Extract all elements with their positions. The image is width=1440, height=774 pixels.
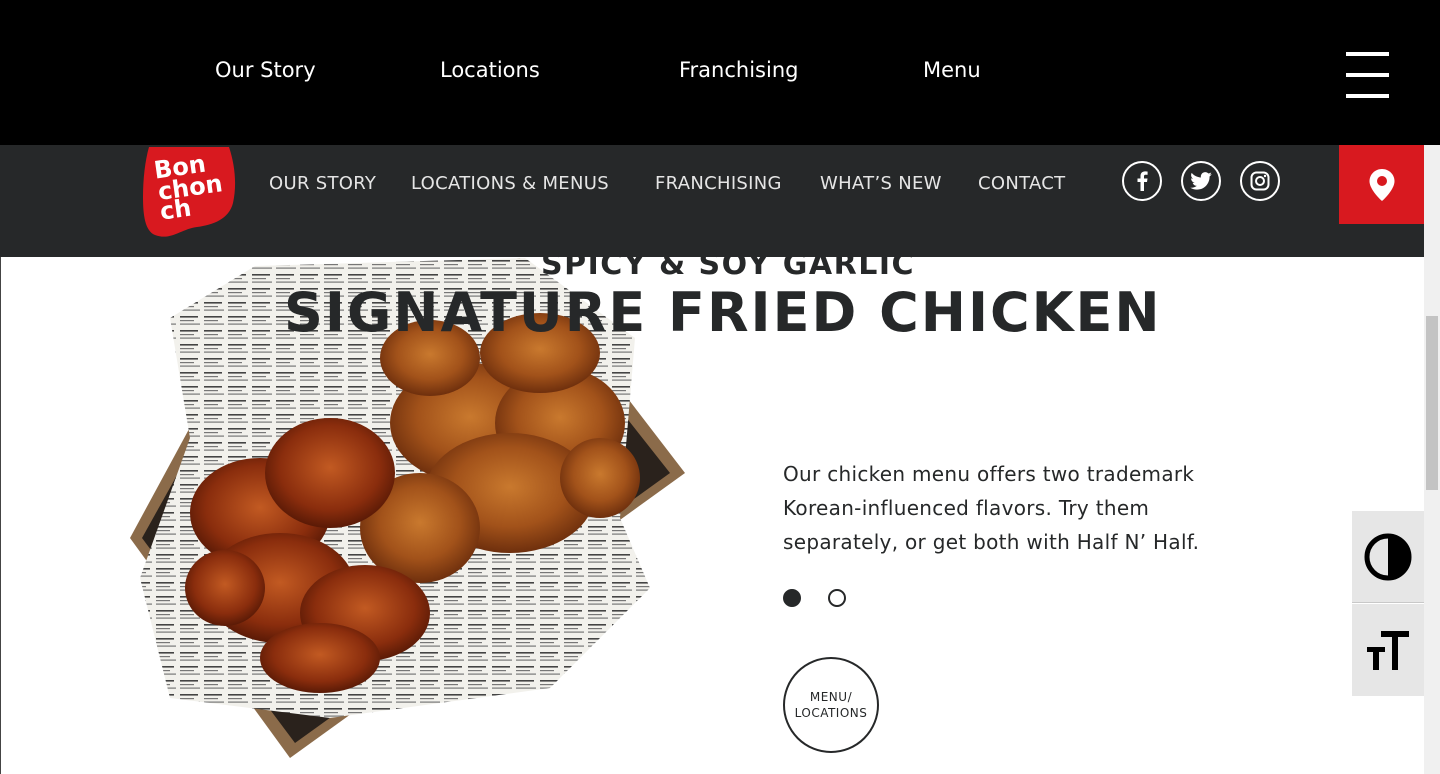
top-link-menu[interactable]: Menu [923, 58, 981, 82]
nav-whats-new[interactable]: WHAT’S NEW [820, 173, 942, 194]
top-link-franchising[interactable]: Franchising [679, 58, 798, 82]
cta-line-1: MENU/ [809, 690, 853, 704]
text-size-icon [1367, 631, 1409, 670]
nav-franchising[interactable]: FRANCHISING [655, 173, 782, 194]
twitter-icon[interactable] [1181, 161, 1221, 201]
bonchon-logo[interactable]: Bon chon ch [141, 145, 237, 240]
hero-description: Our chicken menu offers two trademark Ko… [783, 462, 1200, 554]
contrast-toggle-button[interactable] [1352, 511, 1424, 603]
location-pin-button[interactable] [1339, 145, 1424, 224]
top-bar: Our Story Locations Franchising Menu [0, 0, 1440, 145]
facebook-icon[interactable] [1122, 161, 1162, 201]
cta-line-2: LOCATIONS [794, 706, 868, 720]
hero-subtitle: SPICY & SOY GARLIC [541, 247, 915, 282]
menu-locations-button[interactable]: MENU/ LOCATIONS [783, 657, 879, 753]
top-link-our-story[interactable]: Our Story [215, 58, 316, 82]
menu-locations-label: MENU/ LOCATIONS [795, 689, 868, 721]
instagram-icon[interactable] [1240, 161, 1280, 201]
nav-contact[interactable]: CONTACT [978, 173, 1065, 194]
nav-locations-menus[interactable]: LOCATIONS & MENUS [411, 173, 609, 194]
map-pin-icon [1369, 168, 1394, 201]
hero-title: SIGNATURE FRIED CHICKEN [284, 281, 1162, 344]
nav-our-story[interactable]: OUR STORY [269, 173, 376, 194]
carousel-dot-1[interactable] [783, 589, 801, 607]
scrollbar-thumb[interactable] [1426, 316, 1438, 490]
carousel-dot-2[interactable] [828, 589, 846, 607]
hamburger-menu-icon[interactable] [1346, 52, 1389, 98]
text-size-button[interactable] [1352, 604, 1424, 696]
svg-text:ch: ch [158, 194, 193, 226]
page-edge [0, 257, 1, 774]
contrast-icon [1364, 533, 1412, 580]
top-link-locations[interactable]: Locations [440, 58, 540, 82]
